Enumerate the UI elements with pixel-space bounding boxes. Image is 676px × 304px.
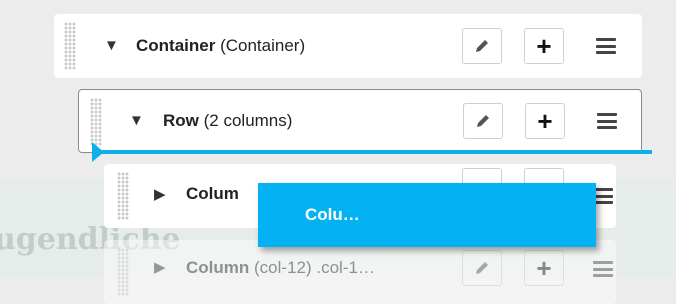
node-label: Row (2 columns)	[163, 111, 292, 131]
drag-ghost-label: Colu…	[305, 205, 360, 224]
node-label: Container (Container)	[136, 36, 305, 56]
plus-icon: +	[536, 253, 552, 283]
hamburger-icon[interactable]	[593, 188, 613, 204]
node-detail: (2 columns)	[203, 111, 293, 130]
drag-handle-icon[interactable]	[117, 172, 129, 220]
drop-indicator-line	[96, 150, 652, 154]
hamburger-icon[interactable]	[597, 113, 617, 129]
caret-right-icon[interactable]: ▶	[154, 187, 166, 202]
caret-down-icon[interactable]: ▼	[104, 38, 119, 53]
drag-handle-icon[interactable]	[64, 22, 76, 70]
edit-button[interactable]	[462, 250, 502, 286]
node-detail: (Container)	[220, 36, 306, 55]
caret-right-icon[interactable]: ▶	[154, 260, 166, 275]
add-button[interactable]: +	[524, 28, 564, 64]
hamburger-icon[interactable]	[596, 38, 616, 54]
node-detail: (col-12) .col-1…	[254, 258, 375, 277]
pencil-icon	[477, 115, 489, 127]
drag-ghost[interactable]: Colu…	[258, 183, 596, 247]
plus-icon: +	[536, 31, 552, 61]
caret-down-icon[interactable]: ▼	[129, 113, 144, 128]
pencil-icon	[476, 40, 488, 52]
edit-button[interactable]	[463, 103, 503, 139]
tree-node-row[interactable]: ▼ Row (2 columns) +	[78, 89, 642, 153]
node-label: Colum	[186, 184, 239, 204]
hamburger-icon[interactable]	[593, 261, 613, 277]
node-name: Container	[136, 36, 216, 55]
drag-handle-icon[interactable]	[117, 248, 129, 296]
tree-node-container[interactable]: ▼ Container (Container) +	[54, 14, 642, 78]
drag-handle-icon[interactable]	[90, 98, 102, 146]
node-name: Column	[186, 258, 250, 277]
add-button[interactable]: +	[524, 250, 564, 286]
node-name: Colum	[186, 184, 239, 203]
edit-button[interactable]	[462, 28, 502, 64]
drop-indicator-arrow	[92, 142, 104, 162]
node-name: Row	[163, 111, 199, 130]
plus-icon: +	[537, 106, 553, 136]
add-button[interactable]: +	[525, 103, 565, 139]
node-label: Column (col-12) .col-1…	[186, 258, 375, 278]
tree-node-column[interactable]: ▶ Column (col-12) .col-1… +	[104, 240, 616, 304]
pencil-icon	[476, 262, 488, 274]
